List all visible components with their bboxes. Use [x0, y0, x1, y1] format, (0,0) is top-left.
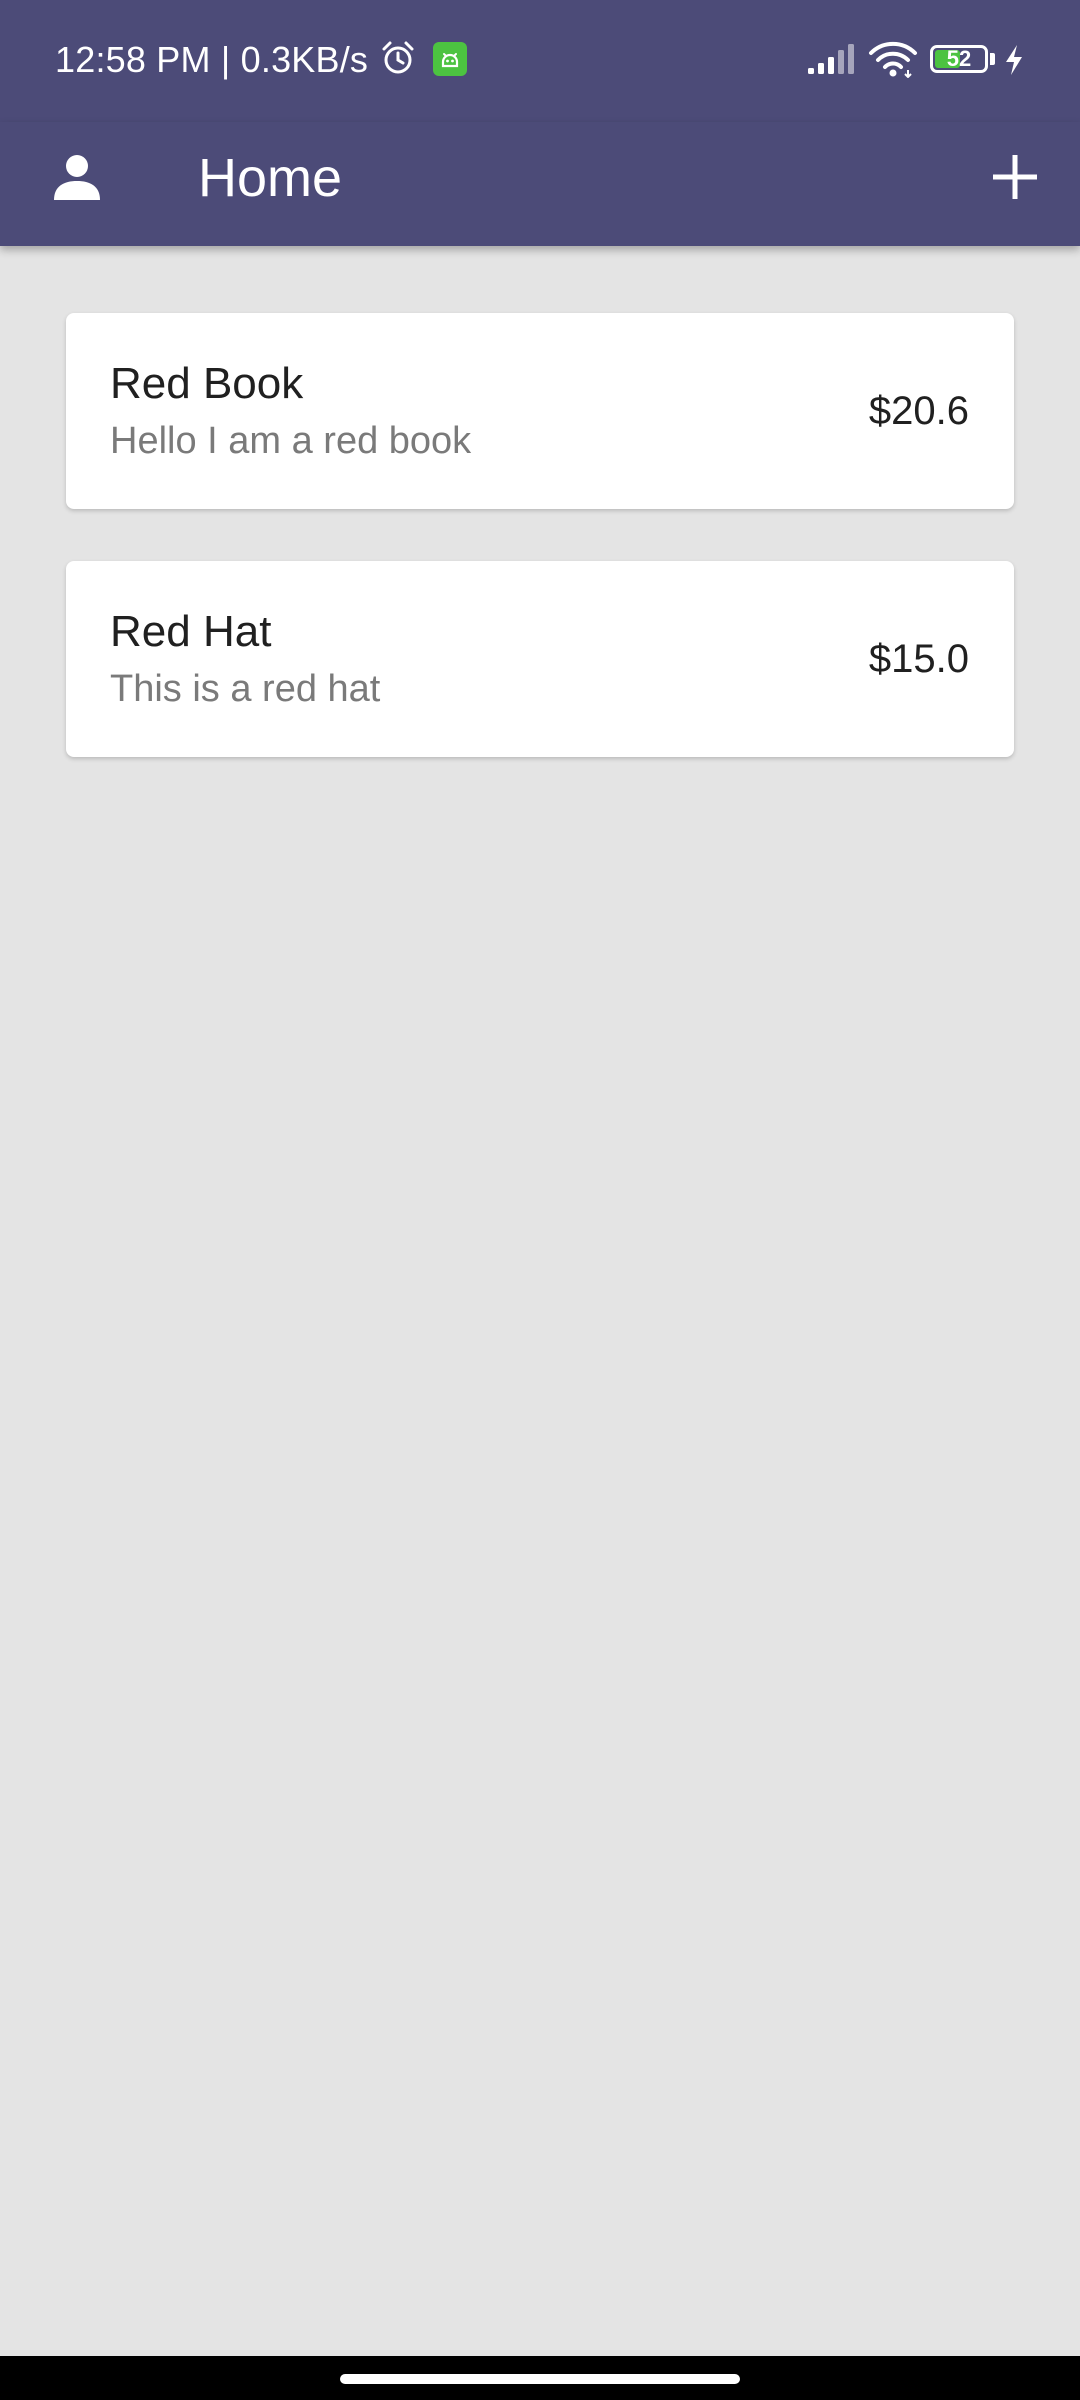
product-price: $15.0 — [868, 637, 969, 681]
home-screen: 12:58 PM | 0.3KB/s 52 Home Red Book Hell… — [0, 0, 1080, 2400]
product-description: This is a red hat — [110, 668, 381, 710]
product-card[interactable]: Red Book Hello I am a red book $20.6 — [66, 313, 1014, 509]
app-bar: Home — [0, 122, 1080, 246]
navigation-bar — [0, 2356, 1080, 2400]
product-description: Hello I am a red book — [110, 420, 472, 462]
battery-level: 52 — [946, 46, 972, 71]
add-product-button[interactable] — [980, 142, 1050, 212]
status-time-network: 12:58 PM | 0.3KB/s — [55, 39, 369, 80]
wifi-icon — [869, 41, 917, 78]
status-bar: 12:58 PM | 0.3KB/s 52 — [0, 0, 1080, 122]
battery-cap — [990, 53, 995, 65]
product-price: $20.6 — [868, 389, 969, 433]
page-title: Home — [198, 148, 343, 208]
plus-icon — [993, 155, 1037, 199]
lightning-bolt-icon — [1006, 45, 1022, 75]
product-list: Red Book Hello I am a red book $20.6 Red… — [66, 313, 1014, 809]
battery-icon: 52 — [930, 45, 988, 73]
profile-button[interactable] — [44, 144, 110, 210]
product-card[interactable]: Red Hat This is a red hat $15.0 — [66, 561, 1014, 757]
cellular-signal-icon — [808, 44, 854, 74]
android-robot-icon — [433, 42, 467, 76]
product-name: Red Hat — [110, 607, 272, 656]
home-gesture-handle[interactable] — [340, 2374, 740, 2384]
alarm-clock-icon — [382, 41, 414, 74]
product-name: Red Book — [110, 359, 304, 408]
person-icon — [54, 155, 100, 200]
